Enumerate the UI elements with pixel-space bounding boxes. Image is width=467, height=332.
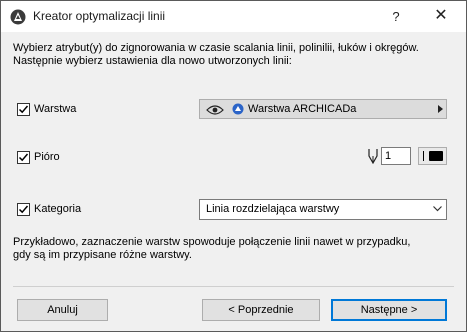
hint-text: Przykładowo, zaznaczenie warstw spowoduj…	[13, 236, 453, 262]
category-checkbox[interactable]	[17, 203, 30, 216]
pen-color-block	[429, 151, 443, 161]
pen-number-field[interactable]: 1	[381, 147, 411, 165]
dialog-content: Wybierz atrybut(y) do zignorowania w cza…	[1, 32, 466, 331]
layer-popup[interactable]: Warstwa ARCHICADa	[199, 99, 447, 119]
previous-button[interactable]: < Poprzednie	[202, 299, 320, 321]
pen-nib-icon	[368, 149, 378, 164]
category-label: Kategoria	[34, 203, 82, 215]
checkmark-icon	[18, 205, 29, 214]
intro-line-2: Następnie wybierz ustawienia dla nowo ut…	[13, 55, 292, 67]
intro-text: Wybierz atrybut(y) do zignorowania w cza…	[13, 42, 453, 68]
cancel-button[interactable]: Anuluj	[17, 299, 108, 321]
archicad-app-icon	[10, 9, 26, 25]
hint-line-1: Przykładowo, zaznaczenie warstw spowoduj…	[13, 236, 411, 248]
triangle-right-icon	[438, 105, 443, 113]
pen-color-swatch[interactable]	[418, 147, 447, 165]
hint-line-2: gdy są im przypisane różne warstwy.	[13, 249, 192, 261]
category-option-row: Kategoria Linia rozdzielająca warstwy	[1, 199, 466, 220]
layer-label: Warstwa	[34, 103, 77, 115]
eye-icon	[206, 105, 224, 115]
pen-label: Pióro	[34, 151, 60, 163]
footer-divider	[13, 286, 454, 287]
intro-line-1: Wybierz atrybut(y) do zignorowania w cza…	[13, 42, 419, 54]
checkmark-icon	[18, 105, 29, 114]
layer-checkbox[interactable]	[17, 103, 30, 116]
category-dropdown[interactable]: Linia rozdzielająca warstwy	[199, 199, 447, 220]
title-bar: Kreator optymalizacji linii ? ✕	[1, 1, 466, 32]
pen-option-row: Pióro 1	[1, 147, 466, 167]
category-value: Linia rozdzielająca warstwy	[206, 203, 340, 215]
checkmark-icon	[18, 153, 29, 162]
pen-checkbox[interactable]	[17, 151, 30, 164]
pen-weight-bar	[423, 151, 424, 161]
dialog-window: Kreator optymalizacji linii ? ✕ Wybierz …	[0, 0, 467, 332]
chevron-down-icon	[433, 206, 442, 212]
next-button[interactable]: Następne >	[331, 299, 447, 321]
help-button[interactable]: ?	[386, 7, 406, 27]
layer-value: Warstwa ARCHICADa	[248, 103, 357, 115]
window-title: Kreator optymalizacji linii	[33, 9, 166, 23]
layer-icon	[232, 103, 244, 115]
layer-option-row: Warstwa Warstwa ARCHICADa	[1, 99, 466, 120]
close-button[interactable]: ✕	[431, 6, 451, 26]
